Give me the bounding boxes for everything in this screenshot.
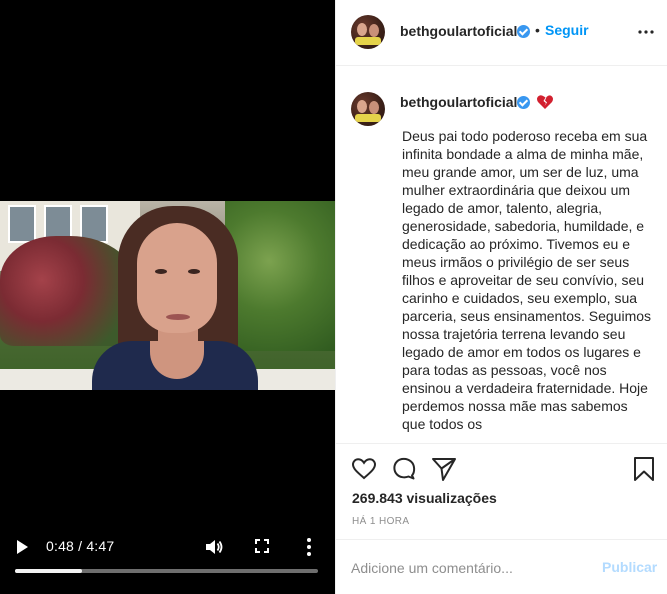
avatar-face xyxy=(357,100,367,113)
more-vertical-icon xyxy=(307,538,311,556)
avatar-face xyxy=(369,101,379,114)
caption-text: Deus pai todo poderoso receba em sua inf… xyxy=(402,128,652,432)
avatar[interactable] xyxy=(351,15,385,49)
fullscreen-button[interactable] xyxy=(254,538,270,554)
header-username[interactable]: bethgoulartoficial xyxy=(400,23,517,39)
header-separator: • xyxy=(535,22,540,38)
avatar-face xyxy=(357,23,367,36)
video-more-button[interactable] xyxy=(303,536,315,558)
post-side-panel: bethgoulartoficial • Seguir bethgoularto… xyxy=(335,0,667,594)
broken-heart-icon xyxy=(536,93,554,111)
play-icon xyxy=(17,540,28,554)
post-header: bethgoulartoficial • Seguir xyxy=(336,0,667,66)
video-controls: 0:48 / 4:47 xyxy=(0,530,335,580)
video-scene-window xyxy=(8,205,36,243)
comment-icon xyxy=(393,457,416,480)
avatar-caption xyxy=(355,114,381,122)
volume-button[interactable] xyxy=(204,537,224,557)
post-options-button[interactable] xyxy=(638,24,654,40)
video-person-eye xyxy=(155,269,167,274)
video-scene-tree xyxy=(225,201,335,351)
verified-icon xyxy=(517,25,530,38)
video-progress-fill xyxy=(15,569,82,573)
video-frame[interactable] xyxy=(0,201,335,390)
avatar-caption xyxy=(355,37,381,45)
comment-input[interactable] xyxy=(351,558,581,578)
video-time: 0:48 / 4:47 xyxy=(46,538,115,554)
caption-username[interactable]: bethgoulartoficial xyxy=(400,94,517,110)
avatar-face xyxy=(369,24,379,37)
video-progress-bar[interactable] xyxy=(15,569,318,573)
publish-button[interactable]: Publicar xyxy=(602,559,657,575)
post-actions: 269.843 visualizações HÁ 1 HORA xyxy=(336,443,667,539)
play-button[interactable] xyxy=(14,538,30,556)
caption-avatar[interactable] xyxy=(351,92,385,126)
like-button[interactable] xyxy=(351,456,377,482)
video-person-eye xyxy=(188,269,200,274)
video-player[interactable]: 0:48 / 4:47 xyxy=(0,0,335,594)
comment-button[interactable] xyxy=(391,456,417,482)
fullscreen-icon xyxy=(255,539,269,553)
verified-icon xyxy=(517,96,530,109)
follow-button[interactable]: Seguir xyxy=(545,22,589,38)
save-icon xyxy=(634,457,654,481)
volume-icon xyxy=(206,540,223,554)
save-button[interactable] xyxy=(631,456,657,482)
post-caption: bethgoulartoficial Deus pai todo poderos… xyxy=(336,67,667,443)
share-icon xyxy=(432,458,456,481)
share-button[interactable] xyxy=(431,456,457,482)
view-count[interactable]: 269.843 visualizações xyxy=(352,490,497,506)
more-horizontal-icon xyxy=(638,30,654,34)
comment-bar: Publicar xyxy=(336,539,667,594)
video-person-mouth xyxy=(166,314,190,320)
like-icon xyxy=(351,458,377,480)
post-timestamp[interactable]: HÁ 1 HORA xyxy=(352,516,410,527)
